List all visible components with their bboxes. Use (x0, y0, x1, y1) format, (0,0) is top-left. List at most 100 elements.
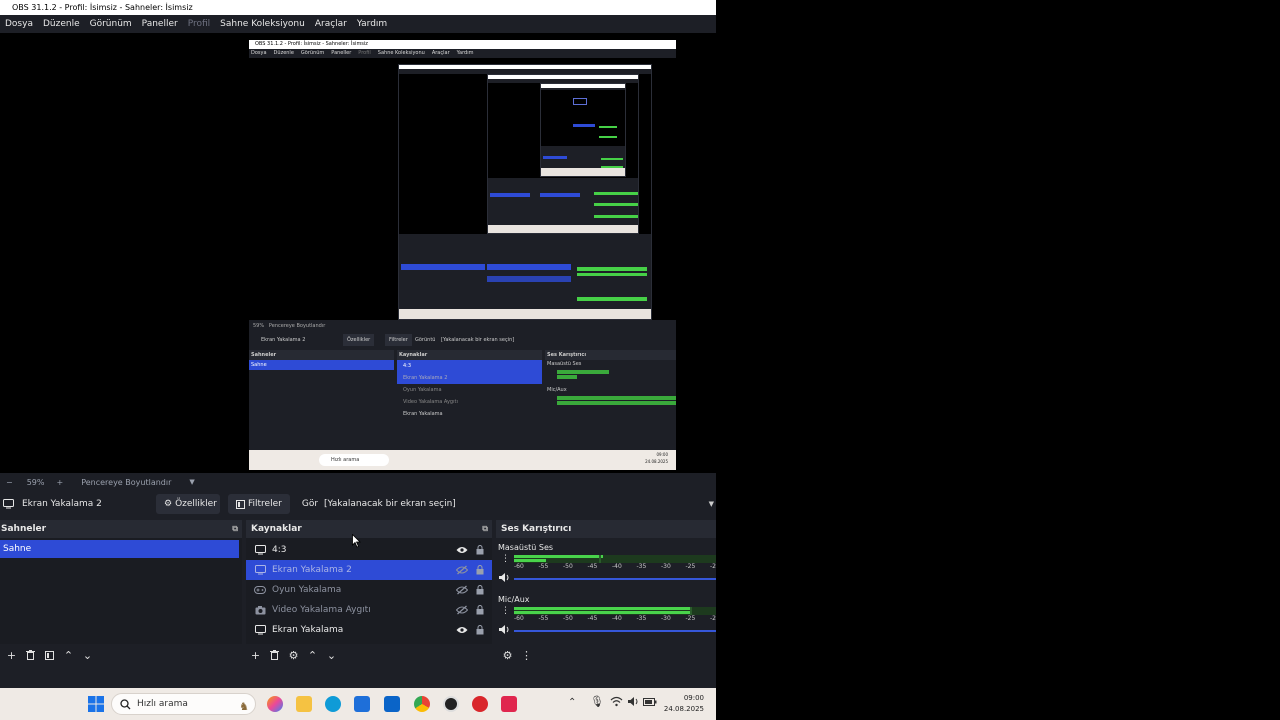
sources-footer: + ⚙ ⌃ ⌄ (246, 644, 492, 666)
gear-icon[interactable]: ⚙ (284, 646, 303, 664)
nested-source: Ekran Yakalama (403, 411, 443, 417)
meter-scale: -60 -55 -50 -45 -40 -35 -30 -25 -20 (514, 615, 716, 625)
battery-icon[interactable] (643, 698, 657, 706)
taskbar-clock[interactable]: 09:00 24.08.2025 (664, 693, 704, 715)
advanced-audio-icon[interactable]: ⚙ (498, 646, 517, 664)
scene-item[interactable]: Sahne (0, 540, 239, 558)
volume-icon[interactable] (627, 696, 640, 707)
obs-icon[interactable] (443, 696, 459, 712)
scale-tick: -20 (710, 615, 716, 622)
chevron-down-icon: ▼ (189, 478, 195, 486)
volume-slider[interactable] (514, 630, 716, 632)
outlook-icon[interactable] (384, 696, 400, 712)
app-red-icon[interactable] (472, 696, 488, 712)
zoom-value: 59% (26, 477, 45, 487)
dock-float-icon[interactable]: ⧉ (482, 524, 488, 534)
menu-sahne-koleksiyonu[interactable]: Sahne Koleksiyonu (215, 15, 310, 33)
eye-off-icon[interactable] (454, 605, 470, 615)
volume-slider[interactable] (514, 578, 716, 580)
meter-level-bottom (514, 559, 547, 562)
filters-button[interactable]: Filtreler (228, 494, 290, 514)
edge-icon[interactable] (325, 696, 341, 712)
display-select[interactable]: [Yakalanacak bir ekran seçin] ▼ (318, 494, 716, 514)
mixer-channel: Masaüstü Ses ⋮ -60 -55 -50 -45 -40 -35 -30 -25 -20 (496, 542, 716, 594)
trash-icon[interactable] (21, 646, 40, 664)
more-options-icon[interactable]: ⋮ (501, 555, 510, 564)
source-item[interactable]: Ekran Yakalama 2 (246, 560, 492, 580)
scale-tick: -35 (636, 563, 647, 570)
more-options-icon[interactable]: ⋮ (501, 607, 510, 616)
chevron-up-icon[interactable]: ⌃ (59, 646, 78, 664)
source-item[interactable]: Oyun Yakalama (246, 580, 492, 600)
chevron-up-icon[interactable]: ⌃ (303, 646, 322, 664)
nested-source: 4:3 (397, 360, 542, 372)
zoom-in-button[interactable]: + (50, 478, 69, 487)
chevron-down-icon[interactable]: ⌄ (78, 646, 97, 664)
eye-icon[interactable] (454, 546, 470, 554)
search-placeholder: Hızlı arama (137, 699, 188, 709)
scale-tick: -25 (685, 615, 696, 622)
search-icon (120, 699, 131, 710)
scale-tick: -40 (612, 563, 622, 570)
add-icon[interactable]: + (2, 646, 21, 664)
lock-icon[interactable] (472, 585, 488, 595)
filters-label: Filtreler (248, 499, 282, 509)
preview-canvas[interactable]: OBS 31.1.2 - Profil: İsimsiz - Sahneler:… (0, 33, 716, 473)
sources-dock: Kaynaklar ⧉ 4:3 Ekran Yakalama 2 Oyun Yaka… (246, 520, 492, 666)
lock-icon[interactable] (472, 565, 488, 575)
menu-duzenle[interactable]: Düzenle (38, 15, 85, 33)
selected-source-name: Ekran Yakalama 2 (22, 499, 102, 509)
lock-icon[interactable] (472, 545, 488, 555)
chevron-down-icon[interactable]: ⌄ (322, 646, 341, 664)
source-toolbar: Ekran Yakalama 2 ⚙ Özellikler Filtreler … (0, 491, 716, 517)
scene-filters-icon[interactable] (40, 646, 59, 664)
eye-icon[interactable] (454, 626, 470, 634)
source-item[interactable]: Video Yakalama Aygıtı (246, 600, 492, 620)
mixer-channel: Mic/Aux ⋮ -60 -55 -50 -45 -40 -35 -30 -25 -20 (496, 594, 716, 646)
menu-araclar[interactable]: Araçlar (310, 15, 352, 33)
properties-button[interactable]: ⚙ Özellikler (156, 494, 220, 514)
zoom-out-button[interactable]: − (0, 478, 19, 487)
chevron-up-icon[interactable]: ⌃ (568, 697, 576, 708)
trash-icon[interactable] (265, 646, 284, 664)
lock-icon[interactable] (472, 605, 488, 615)
eye-off-icon[interactable] (454, 565, 470, 575)
chrome-icon[interactable] (414, 696, 430, 712)
menu-profil[interactable]: Profil (183, 15, 215, 33)
store-icon[interactable] (354, 696, 370, 712)
menu-paneller[interactable]: Paneller (137, 15, 183, 33)
wifi-icon[interactable] (610, 696, 623, 707)
scale-tick: -55 (538, 563, 549, 570)
copilot-icon[interactable] (267, 696, 283, 712)
menu-yardim[interactable]: Yardım (352, 15, 392, 33)
dock-float-icon[interactable]: ⧉ (232, 524, 238, 534)
meter-level-top (514, 607, 692, 610)
source-item[interactable]: 4:3 (246, 540, 492, 560)
zoom-fit-select[interactable]: Pencereye Boyutlandır ▼ (69, 478, 207, 487)
mixer-dock: Ses Karıştırıcı Masaüstü Ses ⋮ -60 -55 -50 -4… (496, 520, 716, 666)
windows-start-icon[interactable] (88, 696, 104, 712)
nested-sources: Kaynaklar 4:3 Ekran Yakalama 2 Oyun Yaka… (397, 350, 542, 450)
nested-source: Oyun Yakalama (403, 387, 442, 393)
taskbar-search[interactable]: Hızlı arama ♞ (111, 693, 256, 715)
microphone-icon[interactable]: 🎙 (590, 695, 604, 708)
windows-taskbar: Hızlı arama ♞ ⌃ 🎙 09:00 24.08.2025 (0, 688, 716, 720)
speaker-icon[interactable] (498, 624, 512, 636)
app-pink-icon[interactable] (501, 696, 517, 712)
eye-off-icon[interactable] (454, 585, 470, 595)
meter-level-bottom (514, 611, 692, 614)
window-title: OBS 31.1.2 - Profil: İsimsiz - Sahneler:… (0, 0, 716, 15)
meter-peak (598, 555, 601, 563)
speaker-icon[interactable] (498, 572, 512, 584)
nested-ch1: Masaüstü Ses (547, 361, 582, 367)
add-icon[interactable]: + (246, 646, 265, 664)
nested-taskbar: Hızlı arama 09:00 24.08.2025 (249, 450, 676, 470)
menu-dosya[interactable]: Dosya (0, 15, 38, 33)
file-explorer-icon[interactable] (296, 696, 312, 712)
scale-tick: -40 (612, 615, 622, 622)
more-options-icon[interactable]: ⋮ (517, 646, 536, 664)
menu-gorunum[interactable]: Görünüm (85, 15, 137, 33)
lock-icon[interactable] (472, 625, 488, 635)
source-item[interactable]: Ekran Yakalama (246, 620, 492, 640)
mixer-header: Ses Karıştırıcı (496, 520, 716, 538)
